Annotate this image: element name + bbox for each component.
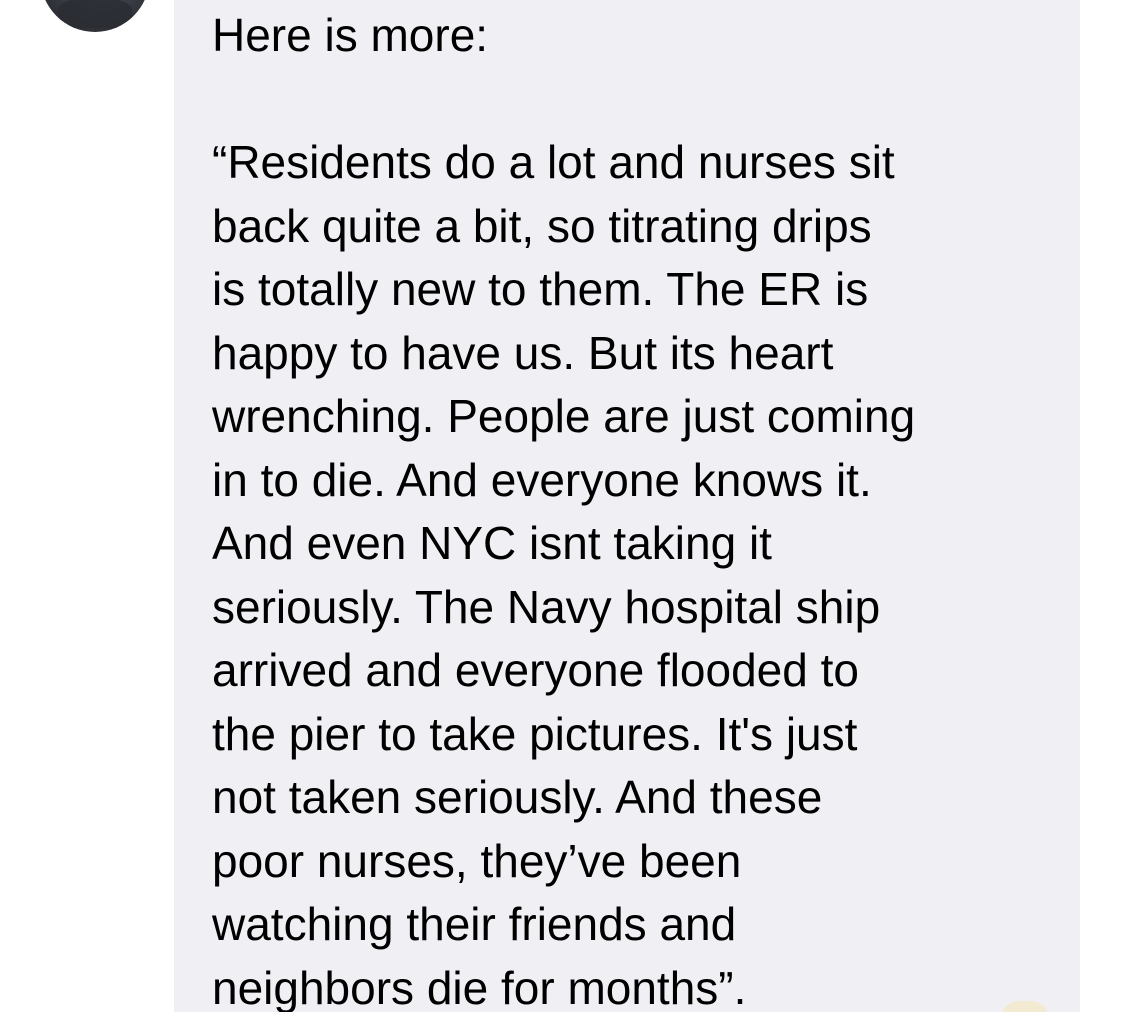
message-body-line: watching their friends and <box>212 898 737 950</box>
sender-avatar[interactable] <box>40 0 150 32</box>
message-intro-line: Here is more: <box>212 9 489 61</box>
message-body-line: happy to have us. But its heart <box>212 326 834 379</box>
message-body-line: wrenching. People are just coming <box>212 390 916 442</box>
message-bubble[interactable]: Here is more: “Residents do a lot and nu… <box>174 0 1080 1012</box>
message-body-line: is totally new to them. The ER is <box>212 263 869 315</box>
message-body-line: neighbors die for months”. <box>212 961 747 1012</box>
chat-screen: Here is more: “Residents do a lot and nu… <box>0 0 1125 1012</box>
message-body-line: poor nurses, they’ve been <box>212 834 742 887</box>
message-body-line: in to die. And everyone knows it. <box>212 453 872 506</box>
avatar-photo-detail <box>58 0 132 28</box>
message-body-line: the pier to take pictures. It's just <box>212 707 858 760</box>
message-body-line: And even NYC isnt taking it <box>212 517 772 569</box>
message-body-line: arrived and everyone flooded to <box>212 644 859 696</box>
message-body-line: “Residents do a lot and nurses sit <box>212 136 895 188</box>
message-body-line: seriously. The Navy hospital ship <box>212 580 881 633</box>
message-body-line: back quite a bit, so titrating drips <box>212 199 872 252</box>
message-body-line: not taken seriously. And these <box>212 771 823 823</box>
